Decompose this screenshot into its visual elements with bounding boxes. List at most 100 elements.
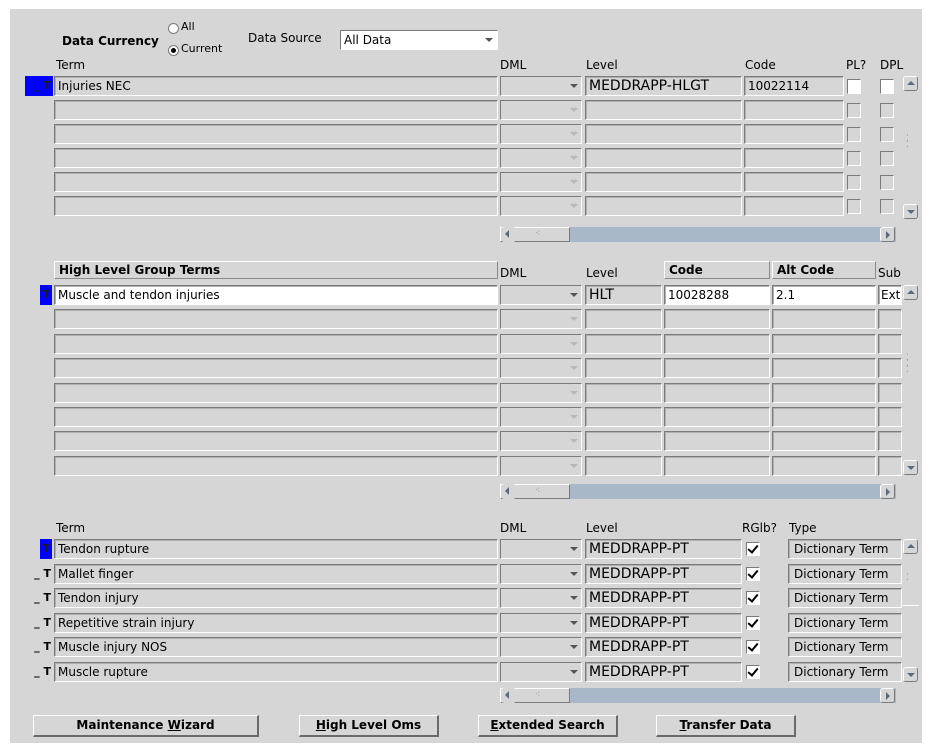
dpl-checkbox[interactable] <box>880 151 894 166</box>
level-field[interactable] <box>585 148 742 168</box>
dml-dropdown[interactable] <box>500 285 582 305</box>
alt-code-field[interactable] <box>772 431 876 451</box>
dml-dropdown[interactable] <box>500 431 582 451</box>
dml-dropdown[interactable] <box>500 358 582 378</box>
level-field[interactable]: MEDDRAPP-PT <box>585 662 742 682</box>
level-field[interactable]: MEDDRAPP-PT <box>585 539 742 559</box>
scroll-right-arrow-icon[interactable] <box>880 688 895 703</box>
code-field[interactable] <box>664 334 770 354</box>
sub-field[interactable] <box>878 358 902 378</box>
term-field[interactable]: Muscle injury NOS <box>54 637 498 657</box>
record-indicator[interactable]: _ T <box>30 637 52 657</box>
pl-checkbox[interactable] <box>847 79 861 94</box>
alt-code-field[interactable] <box>772 456 876 476</box>
code-field[interactable]: 10022114 <box>744 76 844 96</box>
dml-dropdown[interactable] <box>500 76 582 96</box>
level-field[interactable] <box>585 100 742 120</box>
high-level-oms-button[interactable]: High Level Oms <box>299 715 439 737</box>
scroll-up-arrow-icon[interactable] <box>903 539 918 554</box>
dpl-checkbox[interactable] <box>880 199 894 214</box>
data-source-select[interactable]: All Data <box>340 30 498 50</box>
term-field[interactable]: Tendon rupture <box>54 539 498 559</box>
dpl-checkbox[interactable] <box>880 103 894 118</box>
rglb-checkbox[interactable] <box>746 665 760 679</box>
term-field[interactable] <box>54 334 498 354</box>
level-field[interactable]: MEDDRAPP-PT <box>585 637 742 657</box>
level-field[interactable]: MEDDRAPP-PT <box>585 564 742 584</box>
level-field[interactable] <box>585 407 662 427</box>
code-field[interactable] <box>664 431 770 451</box>
radio-current[interactable] <box>168 45 179 56</box>
dml-dropdown[interactable] <box>500 407 582 427</box>
record-indicator[interactable]: _ T <box>25 76 53 96</box>
radio-all[interactable] <box>168 23 179 34</box>
rglb-checkbox[interactable] <box>746 542 760 556</box>
code-field[interactable] <box>664 383 770 403</box>
type-field[interactable]: Dictionary Term <box>788 662 902 682</box>
record-indicator[interactable]: _ T <box>30 613 52 633</box>
code-field[interactable] <box>744 124 844 144</box>
term-field[interactable] <box>54 172 498 192</box>
term-field[interactable]: Muscle and tendon injuries <box>54 285 498 305</box>
alt-code-field[interactable] <box>772 309 876 329</box>
level-field[interactable]: HLT <box>585 285 662 305</box>
term-field[interactable]: Mallet finger <box>54 564 498 584</box>
code-field[interactable] <box>744 172 844 192</box>
type-field[interactable]: Dictionary Term <box>788 637 902 657</box>
scroll-left-arrow-icon[interactable] <box>501 484 516 499</box>
dml-dropdown[interactable] <box>500 564 582 584</box>
term-field[interactable] <box>54 358 498 378</box>
block1-vscroll[interactable]: ⁚ ⁚ <box>903 76 919 220</box>
level-field[interactable] <box>585 124 742 144</box>
scroll-down-arrow-icon[interactable] <box>903 460 918 475</box>
dml-dropdown[interactable] <box>500 148 582 168</box>
code-field[interactable] <box>664 309 770 329</box>
maintenance-wizard-button[interactable]: Maintenance Wizard <box>33 715 259 737</box>
rglb-checkbox[interactable] <box>746 567 760 581</box>
code-field[interactable] <box>664 358 770 378</box>
level-field[interactable] <box>585 383 662 403</box>
level-field[interactable] <box>585 309 662 329</box>
scroll-up-arrow-icon[interactable] <box>903 76 918 91</box>
code-field[interactable] <box>744 196 844 216</box>
dpl-checkbox[interactable] <box>880 79 894 94</box>
term-field[interactable] <box>54 124 498 144</box>
dml-dropdown[interactable] <box>500 539 582 559</box>
pl-checkbox[interactable] <box>847 103 861 118</box>
type-field[interactable]: Dictionary Term <box>788 588 902 608</box>
hscroll-thumb[interactable]: ⁖ <box>500 227 570 242</box>
record-indicator[interactable]: _ T <box>30 564 52 584</box>
scroll-left-arrow-icon[interactable] <box>501 227 516 242</box>
block3-vscroll[interactable]: ⁚ <box>903 539 919 683</box>
dml-dropdown[interactable] <box>500 383 582 403</box>
term-field[interactable] <box>54 309 498 329</box>
level-field[interactable] <box>585 456 662 476</box>
block1-hscroll[interactable]: ⁖ <box>500 227 896 242</box>
record-indicator[interactable]: _ T <box>30 662 52 682</box>
scroll-down-arrow-icon[interactable] <box>903 667 918 682</box>
dml-dropdown[interactable] <box>500 124 582 144</box>
level-field[interactable] <box>585 334 662 354</box>
sub-field[interactable] <box>878 456 902 476</box>
level-field[interactable] <box>585 172 742 192</box>
dpl-checkbox[interactable] <box>880 175 894 190</box>
scroll-right-arrow-icon[interactable] <box>880 227 895 242</box>
alt-code-field[interactable] <box>772 383 876 403</box>
term-field[interactable]: Repetitive strain injury <box>54 613 498 633</box>
dml-dropdown[interactable] <box>500 456 582 476</box>
extended-search-button[interactable]: Extended Search <box>478 715 618 737</box>
term-field[interactable]: Muscle rupture <box>54 662 498 682</box>
transfer-data-button[interactable]: Transfer Data <box>656 715 796 737</box>
term-field[interactable] <box>54 383 498 403</box>
record-indicator[interactable]: T <box>40 285 52 305</box>
pl-checkbox[interactable] <box>847 175 861 190</box>
term-field[interactable]: Tendon injury <box>54 588 498 608</box>
term-field[interactable] <box>54 196 498 216</box>
type-field[interactable]: Dictionary Term <box>788 564 902 584</box>
sub-field[interactable] <box>878 431 902 451</box>
scroll-right-arrow-icon[interactable] <box>880 484 895 499</box>
level-field[interactable] <box>585 431 662 451</box>
dml-dropdown[interactable] <box>500 100 582 120</box>
pl-checkbox[interactable] <box>847 151 861 166</box>
record-indicator[interactable]: T <box>40 539 52 559</box>
